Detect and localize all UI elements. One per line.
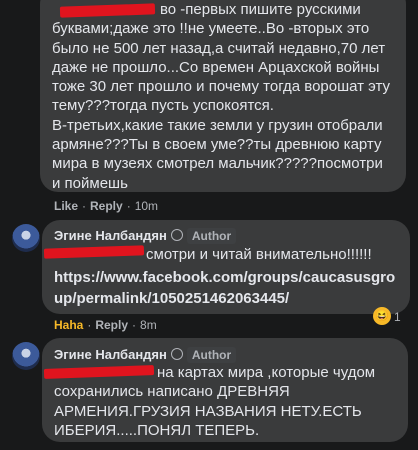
timestamp[interactable]: 8m: [140, 318, 157, 332]
comment-line: В-третьих,какие такие земли у грузин ото…: [52, 116, 383, 134]
comment-text: смотри и читай внимательно!!!!!!: [146, 246, 372, 263]
comment-header: Эгине Налбандян Author: [54, 346, 237, 364]
comment-line: мира в музеях смотрел мальчик?????посмот…: [52, 155, 383, 173]
haha-reaction-button[interactable]: Haha: [54, 318, 83, 332]
timestamp[interactable]: 10m: [135, 199, 158, 213]
avatar[interactable]: [12, 342, 40, 370]
shield-icon: [170, 348, 183, 360]
link-line[interactable]: up/permalink/1050251462063445/: [54, 288, 395, 309]
comment-line: на картах мира ,которые чудом: [157, 364, 376, 381]
comment-header: Эгине Налбандян Author: [54, 227, 237, 245]
comment-line: во -первых пишите русскими: [160, 1, 361, 18]
reply-button[interactable]: Reply: [95, 318, 128, 332]
comment-line: АРМЕНИЯ.ГРУЗИЯ НАЗВАНИЯ НЕТУ.ЕСТЬ: [54, 402, 362, 420]
comment-line: буквами;даже это !!не умеете..Во -вторых…: [52, 20, 370, 38]
like-button[interactable]: Like: [54, 199, 78, 213]
comment-text: во -первых пишите русскими буквами;даже …: [52, 0, 404, 193]
author-name[interactable]: Эгине Налбандян: [54, 347, 167, 362]
link-line[interactable]: https://www.facebook.com/groups/caucasus…: [54, 267, 395, 288]
reply-button[interactable]: Reply: [90, 199, 123, 213]
comment-actions: Haha · Reply · 8m: [54, 318, 157, 332]
comment-line: было не 500 лет назад,а считай недавно,7…: [52, 39, 386, 57]
comment-line: тему???тогда пусть успокоятся.: [52, 97, 274, 115]
comment-text: на картах мира ,которые чудом сохранилис…: [54, 363, 394, 440]
comment-line: сохранились написано ДРЕВНЯЯ: [54, 383, 290, 401]
comment-line: и поймешь: [52, 174, 128, 192]
author-name[interactable]: Эгине Налбандян: [54, 228, 167, 243]
author-badge: Author: [186, 347, 237, 363]
comment-line: ИБЕРИЯ.....ПОНЯЛ ТЕПЕРЬ.: [54, 421, 260, 439]
comment-line: тоже 30 лет прошло и почему тогда вороша…: [52, 78, 391, 96]
comment-line: армяне???Ты в своем уме??ты древнюю карт…: [52, 136, 382, 154]
author-badge: Author: [186, 228, 237, 244]
avatar[interactable]: [12, 224, 40, 252]
reaction-count[interactable]: 1: [394, 310, 401, 324]
comment-link[interactable]: https://www.facebook.com/groups/caucasus…: [54, 267, 395, 309]
comment-line: даже не прошло...Со времен Арцахской вой…: [52, 58, 380, 76]
comment-actions: Like · Reply · 10m: [54, 199, 159, 213]
haha-emoji-icon[interactable]: 😆: [373, 307, 391, 325]
shield-icon: [170, 229, 183, 241]
